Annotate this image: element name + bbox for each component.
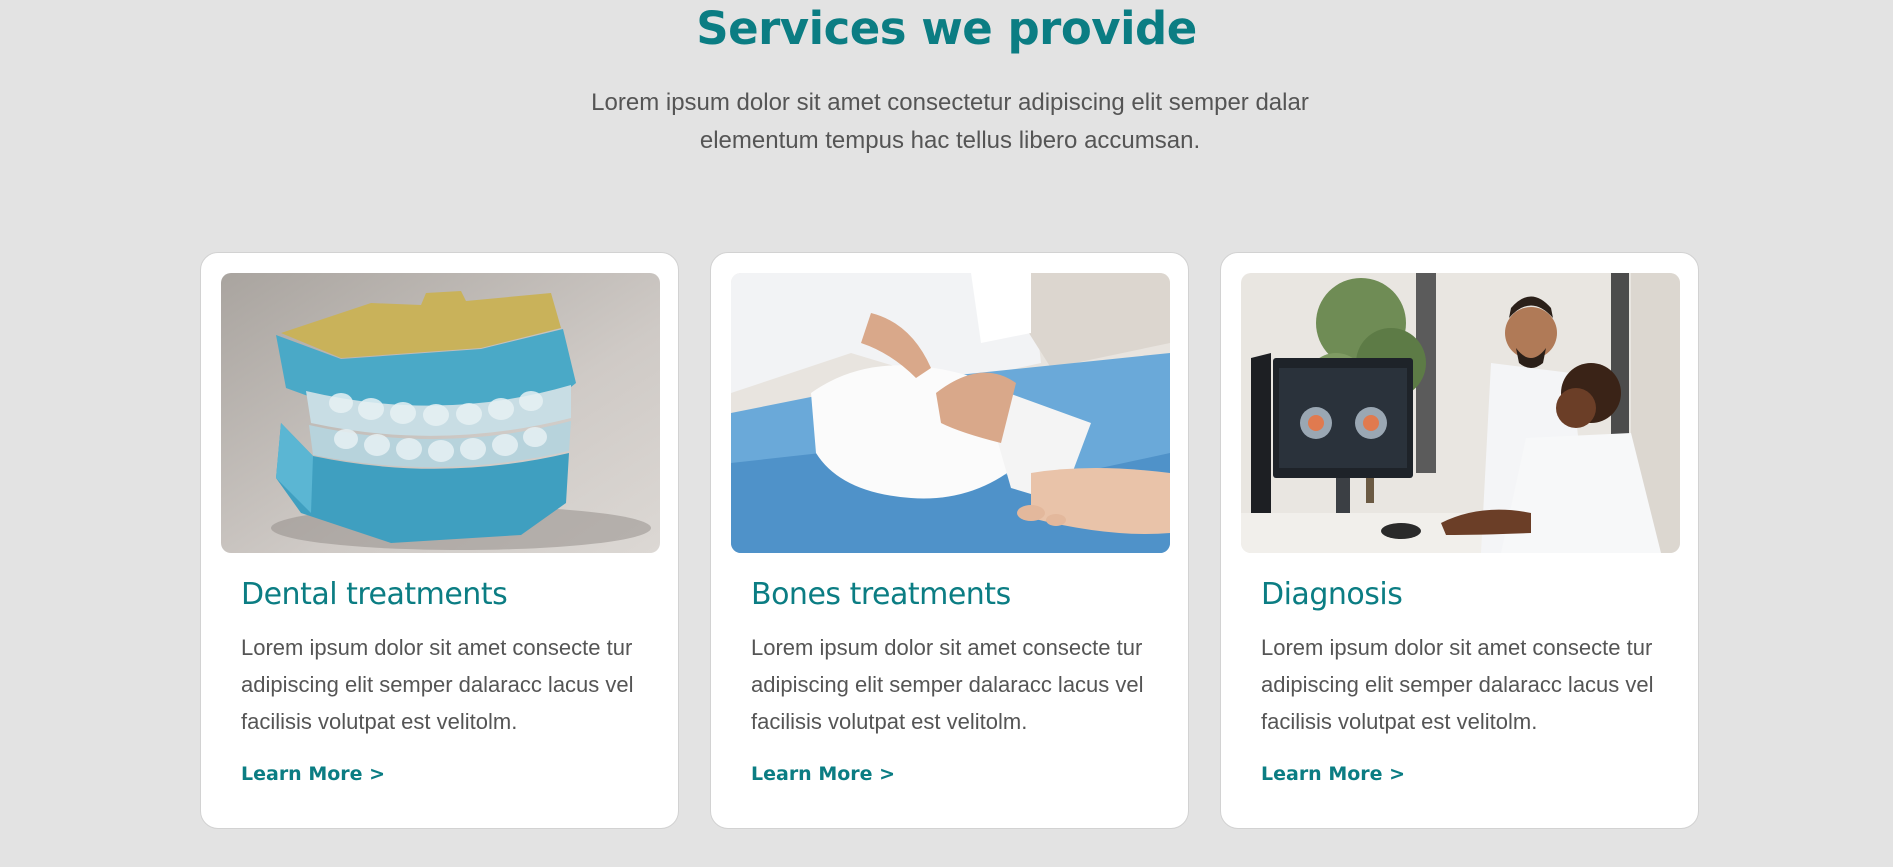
service-card-diagnosis: Diagnosis Lorem ipsum dolor sit amet con…	[1220, 252, 1699, 829]
section-subtitle: Lorem ipsum dolor sit amet consectetur a…	[591, 89, 1309, 154]
card-description: Lorem ipsum dolor sit amet consecte tur …	[1261, 635, 1654, 734]
card-description: Lorem ipsum dolor sit amet consecte tur …	[241, 635, 634, 734]
card-title: Diagnosis	[1261, 577, 1403, 612]
service-card-bones: Bones treatments Lorem ipsum dolor sit a…	[710, 252, 1189, 829]
services-card-list: Dental treatments Lorem ipsum dolor sit …	[200, 252, 1700, 829]
dental-model-image	[221, 273, 660, 553]
service-card-dental: Dental treatments Lorem ipsum dolor sit …	[200, 252, 679, 829]
learn-more-link[interactable]: Learn More >	[1261, 763, 1405, 785]
leg-cast-image	[731, 273, 1170, 553]
doctors-monitor-image	[1241, 273, 1680, 553]
card-title: Bones treatments	[751, 577, 1011, 612]
card-title: Dental treatments	[241, 577, 508, 612]
learn-more-link[interactable]: Learn More >	[751, 763, 895, 785]
card-description: Lorem ipsum dolor sit amet consecte tur …	[751, 635, 1144, 734]
learn-more-link[interactable]: Learn More >	[241, 763, 385, 785]
section-title: Services we provide	[696, 2, 1197, 55]
